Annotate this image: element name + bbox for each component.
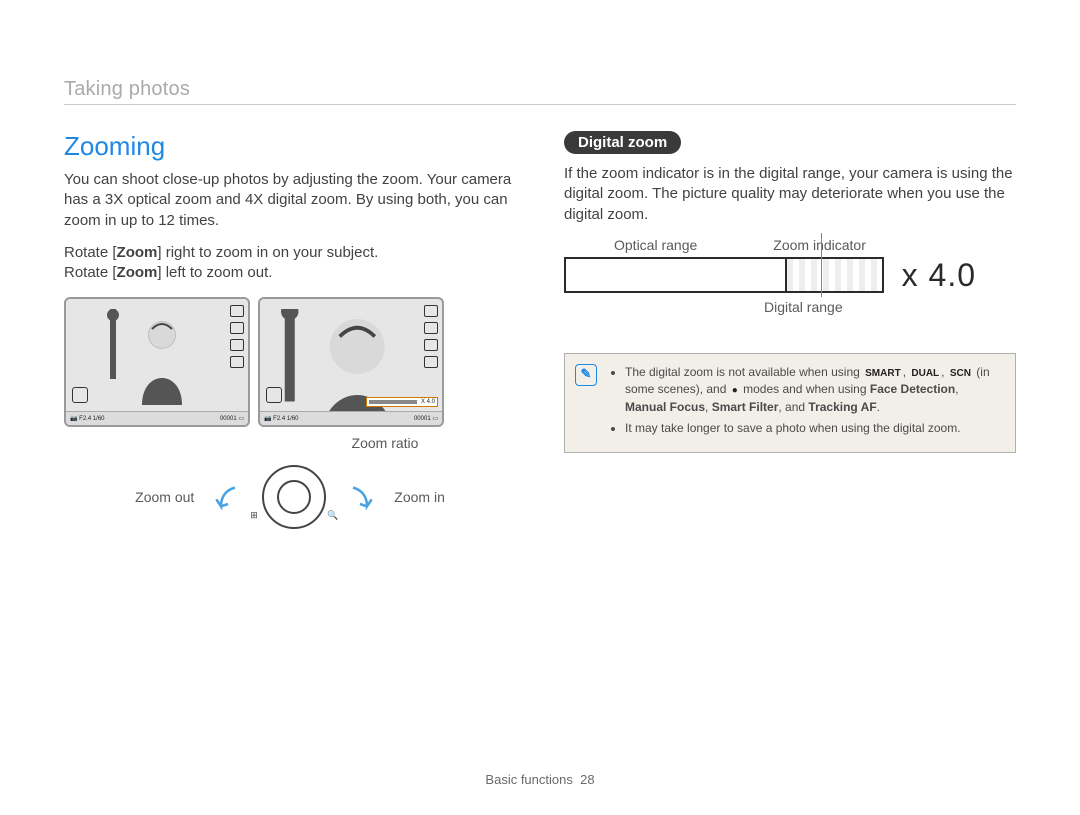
rotate-out-post: ] left to zoom out.	[157, 264, 272, 281]
im-icon	[230, 322, 244, 334]
flash-icon	[230, 356, 244, 368]
zoom-out-label: Zoom out	[135, 489, 194, 505]
note1-end: .	[877, 400, 880, 414]
optical-segment	[566, 259, 787, 291]
digital-range-label: Digital range	[764, 299, 1016, 315]
footer-page: 28	[580, 772, 594, 787]
arrow-right-icon	[346, 483, 374, 511]
scn-mode-icon: SCN	[948, 367, 973, 382]
flash-icon	[424, 356, 438, 368]
stabilization-icon	[266, 387, 282, 403]
zoom-bold-2: Zoom	[117, 264, 158, 281]
digital-zoom-desc: If the zoom indicator is in the digital …	[564, 164, 1016, 225]
note1-s2: ,	[705, 400, 712, 414]
note1-b2: Manual Focus	[625, 400, 705, 414]
movie-mode-icon: ●	[730, 384, 740, 399]
zoom-indicator-label: Zoom indicator	[773, 237, 866, 253]
stabilization-icon	[72, 387, 88, 403]
arrow-left-icon	[214, 483, 242, 511]
screen1-exposure: F2.4 1/60	[79, 416, 104, 422]
digital-segment	[787, 259, 882, 291]
indicator-line	[821, 233, 822, 297]
zoom-range-bar	[564, 257, 884, 293]
zoom-range-figure: Optical range Zoom indicator x 4.0 Digit…	[564, 237, 1016, 315]
note1-pre: The digital zoom is not available when u…	[625, 365, 863, 379]
zoom-ratio-bar: X 4.0	[366, 397, 438, 407]
note1-b4: Tracking AF	[808, 400, 876, 414]
preview-screen-wide: 📷 F2.4 1/60 00001 ▭	[64, 297, 250, 427]
zoom-dial-row: Zoom out ⊞ 🔍 Zoom in	[64, 465, 516, 529]
rotate-in-pre: Rotate [	[64, 244, 117, 261]
breadcrumb: Taking photos	[64, 78, 1016, 105]
rotate-in-post: ] right to zoom in on your subject.	[157, 244, 378, 261]
quality-icon	[230, 339, 244, 351]
zoom-ratio-text: X 4.0	[419, 399, 437, 405]
right-column: Digital zoom If the zoom indicator is in…	[564, 131, 1016, 529]
note1-sep0: ,	[903, 365, 910, 379]
camera-preview-pair: 📷 F2.4 1/60 00001 ▭	[64, 297, 516, 427]
preview-screen-zoomed: X 4.0 📷 F2.4 1/60 00001 ▭	[258, 297, 444, 427]
silhouette-zoom	[266, 309, 436, 427]
page-footer: Basic functions 28	[0, 772, 1080, 787]
screen2-right-icons	[424, 305, 438, 368]
smart-mode-icon: SMART	[863, 367, 903, 382]
rotate-in-line: Rotate [Zoom] right to zoom in on your s…	[64, 243, 516, 284]
footer-section: Basic functions	[485, 772, 572, 787]
memory-icon: ▭	[432, 415, 438, 422]
zoom-dial-icon: ⊞ 🔍	[262, 465, 326, 529]
zoom-ratio-label: Zoom ratio	[254, 435, 516, 451]
callout-line-zoomratio	[403, 425, 404, 427]
memory-icon: ▭	[238, 415, 244, 422]
battery-icon	[230, 305, 244, 317]
left-column: Zooming You can shoot close-up photos by…	[64, 131, 516, 529]
zoom-value-number: 4.0	[929, 257, 976, 293]
screen2-bottombar: 📷 F2.4 1/60 00001 ▭	[260, 411, 442, 425]
quality-icon	[424, 339, 438, 351]
screen2-exposure: F2.4 1/60	[273, 416, 298, 422]
rotate-out-pre: Rotate [	[64, 264, 117, 281]
im-icon	[424, 322, 438, 334]
camera-mode-icon: 📷	[264, 415, 271, 422]
note1-b3: Smart Filter	[712, 400, 779, 414]
screen1-right-icons	[230, 305, 244, 368]
battery-icon	[424, 305, 438, 317]
screen1-bottombar: 📷 F2.4 1/60 00001 ▭	[66, 411, 248, 425]
camera-mode-icon: 📷	[70, 415, 77, 422]
silhouette-wide	[102, 309, 212, 407]
note-box: ✎ The digital zoom is not available when…	[564, 353, 1016, 453]
digital-zoom-pill: Digital zoom	[564, 131, 681, 154]
note-item-2: It may take longer to save a photo when …	[625, 420, 1003, 437]
dial-grid-icon: ⊞	[250, 510, 258, 521]
dual-mode-icon: DUAL	[909, 367, 941, 382]
note1-b1: Face Detection	[870, 382, 955, 396]
note1-mid3: modes and when using	[743, 382, 870, 396]
note-item-1: The digital zoom is not available when u…	[625, 364, 1003, 416]
zoom-bold-1: Zoom	[117, 244, 158, 261]
heading-zooming: Zooming	[64, 131, 516, 162]
note1-s1: ,	[955, 382, 958, 396]
optical-range-label: Optical range	[614, 237, 697, 253]
zoom-in-label: Zoom in	[394, 489, 445, 505]
screen2-counter: 00001	[414, 416, 431, 422]
dial-magnify-icon: 🔍	[327, 510, 338, 521]
note1-s3: , and	[778, 400, 808, 414]
screen1-counter: 00001	[220, 416, 237, 422]
zoom-value: x 4.0	[902, 257, 976, 294]
note-icon: ✎	[575, 364, 597, 386]
zooming-intro: You can shoot close-up photos by adjusti…	[64, 170, 516, 231]
